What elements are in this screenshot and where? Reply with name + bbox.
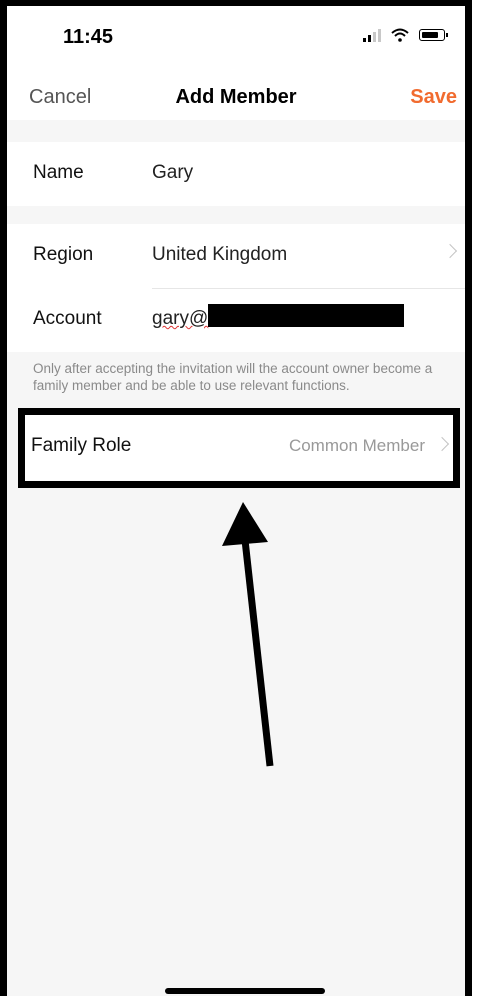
annotation-arrow — [222, 502, 274, 767]
home-indicator — [165, 988, 325, 994]
